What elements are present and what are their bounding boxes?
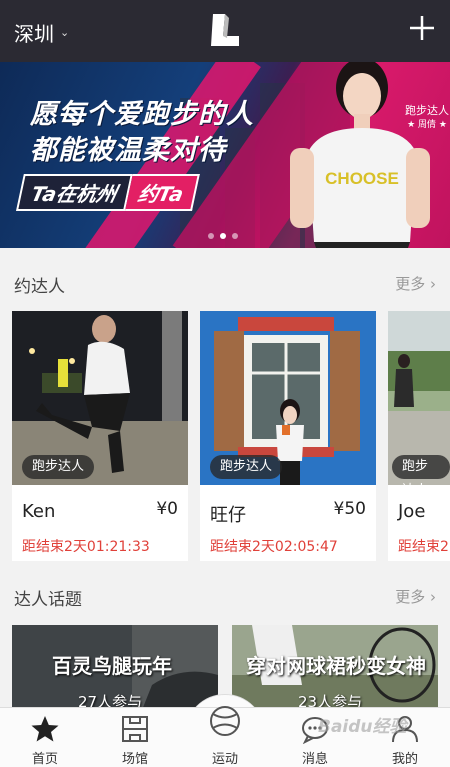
nav-item-home[interactable]: 首页 <box>0 708 90 767</box>
banner-slogan-line1: 愿每个爱跑步的人 <box>30 99 254 130</box>
expert-name: Ken <box>22 501 56 522</box>
more-link[interactable]: 更多 › <box>395 586 436 607</box>
chevron-down-icon: ⌄ <box>60 26 70 39</box>
banner-tag-cta: 约Ta <box>124 173 200 211</box>
banner-runner-label: 跑步达人 <box>405 104 449 117</box>
venue-icon <box>122 716 148 742</box>
nav-label: 我的 <box>391 752 418 767</box>
banner-person-image: CHOOSE <box>290 62 430 248</box>
top-bar: 深圳 ⌄ <box>0 0 450 62</box>
ball-icon <box>210 706 240 736</box>
section-title: 约达人 <box>14 277 65 297</box>
watermark: Baidu经验 <box>318 717 407 737</box>
carousel-dot[interactable] <box>220 233 226 239</box>
carousel-dot[interactable] <box>232 233 238 239</box>
expert-timer: 距结束2天01:21:33 <box>22 539 150 555</box>
shirt-text: CHOOSE <box>325 169 399 188</box>
section-header-people: 约达人 更多 › <box>0 262 450 302</box>
expert-badge: 跑步达人 <box>210 455 283 479</box>
expert-timer: 距结束2 <box>398 539 449 555</box>
topic-card[interactable]: 穿对网球裙秒变女神 23人参与 <box>232 625 438 710</box>
more-link[interactable]: 更多 › <box>395 273 436 294</box>
city-selector[interactable]: 深圳 ⌄ <box>14 18 69 47</box>
topic-title: 百灵鸟腿玩年 <box>52 654 172 678</box>
nav-item-venue[interactable]: 场馆 <box>90 708 180 767</box>
nav-label: 运动 <box>211 752 238 767</box>
star-icon <box>31 716 59 742</box>
banner-slogan-line2: 都能被温柔对待 <box>30 135 226 166</box>
expert-timer: 距结束2天02:05:47 <box>210 539 338 555</box>
city-label: 深圳 <box>14 22 54 46</box>
nav-label: 首页 <box>31 752 58 767</box>
nav-label: 消息 <box>301 752 328 767</box>
brand-logo-icon[interactable] <box>205 12 245 50</box>
expert-badge: 跑步达人 <box>392 455 450 498</box>
banner-tag-city: Ta在杭州 <box>16 173 133 211</box>
expert-price: ¥0 <box>156 499 178 519</box>
expert-name: Joe <box>398 501 426 522</box>
banner-runner-name: ★ 周倩 ★ <box>407 120 447 130</box>
section-title: 达人话题 <box>14 590 82 610</box>
topic-title: 穿对网球裙秒变女神 <box>246 654 426 678</box>
expert-card[interactable]: 跑步达人 旺仔 ¥50 距结束2天02:05:47 <box>200 311 376 561</box>
expert-name: 旺仔 <box>210 505 246 526</box>
expert-price: ¥50 <box>333 499 366 519</box>
nav-item-sport[interactable]: 运动 <box>180 706 270 767</box>
promo-banner[interactable]: 愿每个爱跑步的人 都能被温柔对待 Ta在杭州 约Ta CHOOSE 跑步达人 ★… <box>0 62 450 248</box>
banner-runner-tag: 跑步达人 ★ 周倩 ★ <box>405 104 449 132</box>
expert-badge: 跑步达人 <box>22 455 95 479</box>
plus-icon[interactable] <box>408 14 436 42</box>
carousel-indicator <box>208 233 238 239</box>
carousel-dot[interactable] <box>208 233 214 239</box>
nav-label: 场馆 <box>121 752 148 767</box>
expert-card[interactable]: 跑步达人 Ken ¥0 距结束2天01:21:33 <box>12 311 188 561</box>
banner-cta[interactable]: Ta在杭州 约Ta <box>16 173 200 211</box>
section-header-topics: 达人话题 更多 › <box>0 575 450 615</box>
expert-card[interactable]: 跑步达人 Joe 距结束2 <box>388 311 450 561</box>
topic-card[interactable]: 百灵鸟腿玩年 27人参与 <box>12 625 218 710</box>
